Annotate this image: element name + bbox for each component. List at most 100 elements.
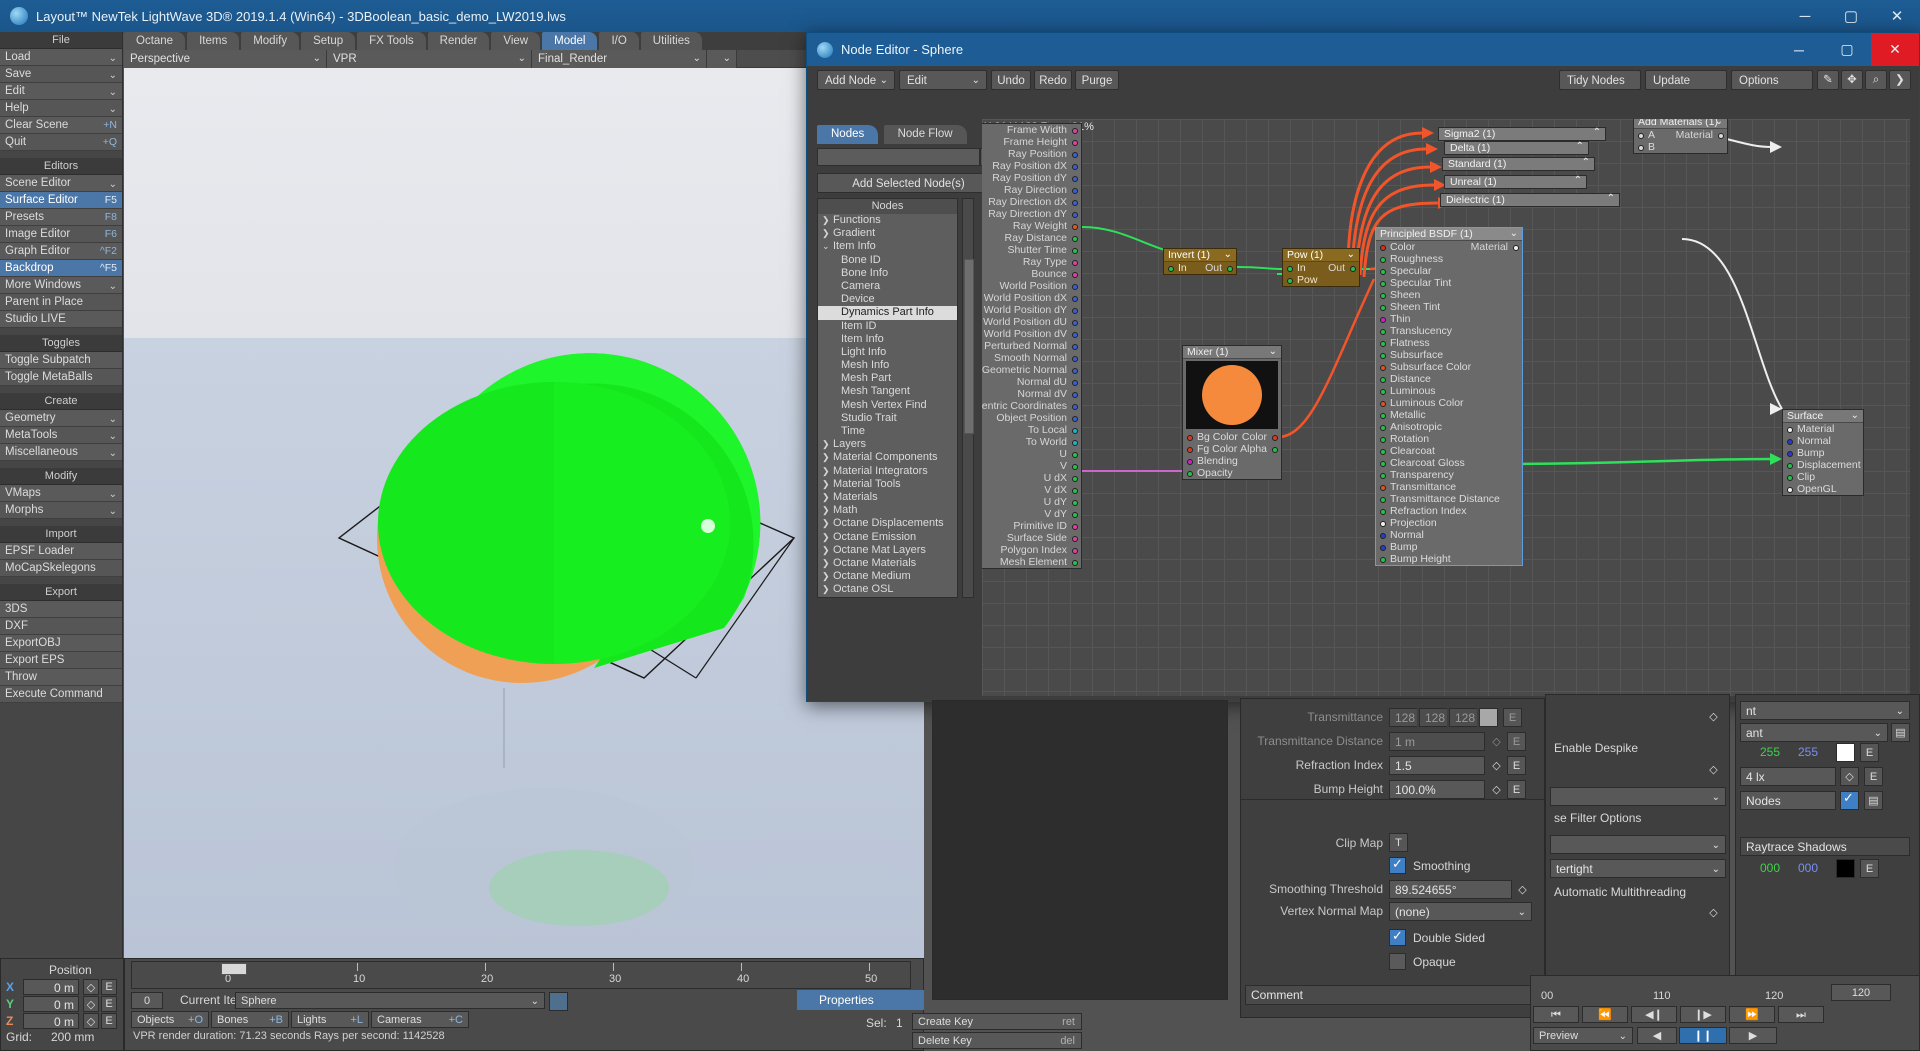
axis-edit-button[interactable]: E bbox=[101, 979, 117, 995]
port-dot-icon[interactable] bbox=[1072, 199, 1078, 206]
port-dot-icon[interactable] bbox=[1380, 448, 1386, 455]
port-dot-icon[interactable] bbox=[1072, 475, 1078, 482]
node-list-item[interactable]: ❯ Materials bbox=[818, 491, 957, 504]
light-type-select[interactable]: nt ⌄ bbox=[1740, 701, 1910, 720]
surface-row-value[interactable]: 128 bbox=[1389, 708, 1417, 727]
transport-button-2[interactable]: ◀❙ bbox=[1631, 1006, 1677, 1023]
chevron-down-icon[interactable]: ⌄ bbox=[109, 503, 117, 520]
axis-envelope-icon[interactable]: ◇ bbox=[83, 996, 99, 1012]
sidebar-item-toggle-subpatch[interactable]: Toggle Subpatch bbox=[0, 352, 122, 369]
port-dot-icon[interactable] bbox=[1380, 256, 1386, 263]
lights-button[interactable]: Lights +L bbox=[291, 1011, 369, 1028]
axis-value-x[interactable]: 0 m bbox=[23, 979, 79, 995]
port-dot-icon[interactable] bbox=[1787, 438, 1793, 445]
objects-button[interactable]: Objects +O bbox=[131, 1011, 209, 1028]
ray-info-output-row[interactable]: Perturbed Normal bbox=[982, 340, 1081, 352]
invert-io-row[interactable]: In Out bbox=[1164, 262, 1236, 274]
port-dot-icon[interactable] bbox=[1072, 487, 1078, 494]
shadow-color-edit-button[interactable]: E bbox=[1860, 859, 1879, 878]
ray-info-output-row[interactable]: Frame Height bbox=[982, 136, 1081, 148]
clip-map-button[interactable]: T bbox=[1389, 833, 1408, 852]
port-dot-icon[interactable] bbox=[1787, 450, 1793, 457]
port-dot-icon[interactable] bbox=[1072, 403, 1078, 410]
principled-input-row[interactable]: Sheen bbox=[1376, 289, 1522, 301]
tab-node-flow[interactable]: Node Flow bbox=[883, 125, 967, 144]
port-dot-icon[interactable] bbox=[1072, 463, 1078, 470]
port-dot-icon[interactable] bbox=[1380, 412, 1386, 419]
mixer-bg-row[interactable]: Bg Color Color bbox=[1183, 431, 1281, 443]
ray-info-output-row[interactable]: Surface Side bbox=[982, 532, 1081, 544]
ray-info-output-row[interactable]: Shutter Time bbox=[982, 244, 1081, 256]
collapsed-node-unreal[interactable]: Unreal (1) ⌃ bbox=[1444, 175, 1587, 189]
principled-input-row[interactable]: Anisotropic bbox=[1376, 421, 1522, 433]
ray-info-output-row[interactable]: Ray Position dY bbox=[982, 172, 1081, 184]
port-dot-icon[interactable] bbox=[1072, 139, 1078, 146]
ray-info-node[interactable]: Frame Width Frame Height Ray Position Ray P… bbox=[982, 123, 1082, 569]
sidebar-item-geometry[interactable]: Geometry ⌄ bbox=[0, 410, 122, 427]
ray-info-output-row[interactable]: World Position dU bbox=[982, 316, 1081, 328]
envelope-icon[interactable]: ◇ bbox=[1513, 880, 1532, 899]
node-list-item[interactable]: ❯ Gradient bbox=[818, 227, 957, 240]
viewport-extra-select[interactable]: ⌄ bbox=[707, 50, 737, 68]
chevron-right-icon[interactable]: ❯ bbox=[822, 517, 833, 530]
options-button[interactable]: Options bbox=[1731, 70, 1813, 90]
pow-node[interactable]: Pow (1) ⌄ In Out Pow bbox=[1282, 248, 1360, 287]
ray-info-output-row[interactable]: Mesh Element bbox=[982, 556, 1081, 568]
chevron-down-icon[interactable]: ⌄ bbox=[1510, 227, 1518, 240]
chevron-right-icon[interactable]: ❯ bbox=[822, 451, 833, 464]
ray-info-output-row[interactable]: Bounce bbox=[982, 268, 1081, 280]
principled-input-row[interactable]: Flatness bbox=[1376, 337, 1522, 349]
principled-input-row[interactable]: Transmittance bbox=[1376, 481, 1522, 493]
node-list-item[interactable]: Device bbox=[818, 293, 957, 306]
add-selected-nodes-button[interactable]: Add Selected Node(s) bbox=[817, 173, 1000, 193]
node-list-item[interactable]: Mesh Info bbox=[818, 359, 957, 372]
port-dot-icon[interactable] bbox=[1072, 415, 1078, 422]
port-dot-icon[interactable] bbox=[1072, 151, 1078, 158]
port-dot-icon[interactable] bbox=[1072, 535, 1078, 542]
node-list-item[interactable]: Mesh Vertex Find bbox=[818, 399, 957, 412]
surface-input-row[interactable]: Clip bbox=[1783, 471, 1863, 483]
sidebar-item-quit[interactable]: Quit +Q bbox=[0, 134, 122, 151]
principled-input-row[interactable]: Clearcoat Gloss bbox=[1376, 457, 1522, 469]
ray-info-output-row[interactable]: World Position dY bbox=[982, 304, 1081, 316]
ray-info-output-row[interactable]: Ray Direction dY bbox=[982, 208, 1081, 220]
vertex-normal-map-select[interactable]: (none) ⌄ bbox=[1389, 902, 1532, 921]
sidebar-item-save[interactable]: Save ⌄ bbox=[0, 66, 122, 83]
add-node-button[interactable]: Add Node ⌄ bbox=[817, 70, 895, 90]
node-list-item[interactable]: Light Info bbox=[818, 346, 957, 359]
mixer-fg-row[interactable]: Fg Color Alpha bbox=[1183, 443, 1281, 455]
sidebar-item-vmaps[interactable]: VMaps ⌄ bbox=[0, 485, 122, 502]
port-dot-icon[interactable] bbox=[1380, 508, 1386, 515]
viewport-view-select[interactable]: Perspective ⌄ bbox=[124, 50, 327, 68]
node-list-item[interactable]: ❯Octane Procedurals bbox=[818, 596, 957, 597]
transport-button-0[interactable]: ⏮ bbox=[1533, 1006, 1579, 1023]
chevron-down-icon[interactable]: ⌄ bbox=[109, 486, 117, 503]
port-dot-icon[interactable] bbox=[1072, 451, 1078, 458]
sidebar-item-exportobj[interactable]: ExportOBJ bbox=[0, 635, 122, 652]
surface-node[interactable]: Surface ⌄ Material Normal Bump Displacement… bbox=[1782, 409, 1864, 496]
sidebar-item-graph-editor[interactable]: Graph Editor ^F2 bbox=[0, 243, 122, 260]
pow-io-row[interactable]: In Out bbox=[1283, 262, 1359, 274]
principled-input-row[interactable]: Distance bbox=[1376, 373, 1522, 385]
envelope-icon[interactable]: ◇ bbox=[1704, 760, 1723, 779]
window-controls[interactable]: ─ ▢ ✕ bbox=[1782, 0, 1920, 32]
node-list-item[interactable]: ⌄ Item Info bbox=[818, 240, 957, 253]
ray-info-output-row[interactable]: Ray Direction dX bbox=[982, 196, 1081, 208]
surface-row-edit-button[interactable]: E bbox=[1507, 732, 1526, 751]
ray-info-output-row[interactable]: To World bbox=[982, 436, 1081, 448]
ray-info-output-row[interactable]: To Local bbox=[982, 424, 1081, 436]
sidebar-item-clear-scene[interactable]: Clear Scene +N bbox=[0, 117, 122, 134]
transport-button-1[interactable]: ⏪ bbox=[1582, 1006, 1628, 1023]
surface-row-value[interactable]: 128 bbox=[1449, 708, 1477, 727]
ray-info-output-row[interactable]: Ray Position bbox=[982, 148, 1081, 160]
port-dot-icon[interactable] bbox=[1072, 223, 1078, 230]
port-dot-icon[interactable] bbox=[1072, 127, 1078, 134]
port-dot-icon[interactable] bbox=[1072, 259, 1078, 266]
port-dot-icon[interactable] bbox=[1227, 265, 1233, 272]
port-dot-icon[interactable] bbox=[1072, 511, 1078, 518]
sidebar-item-surface-editor[interactable]: Surface Editor F5 bbox=[0, 192, 122, 209]
sidebar-item-more-windows[interactable]: More Windows ⌄ bbox=[0, 277, 122, 294]
undo-button[interactable]: Undo bbox=[991, 70, 1031, 90]
node-search-input[interactable] bbox=[817, 148, 980, 166]
port-dot-icon[interactable] bbox=[1380, 280, 1386, 287]
